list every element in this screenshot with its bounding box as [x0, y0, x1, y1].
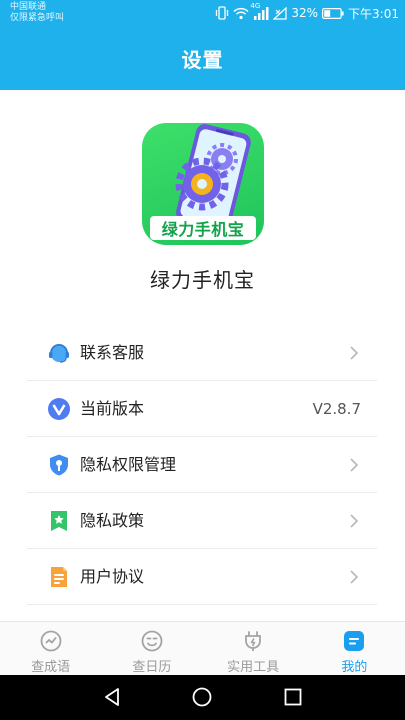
tab-label: 查成语 [31, 660, 71, 675]
vibrate-icon [215, 6, 229, 20]
tab-label: 查日历 [132, 660, 172, 675]
app-name: 绿力手机宝 [150, 268, 255, 292]
menu-item-user-agreement[interactable]: 用户协议 [27, 549, 377, 605]
calendar-face-icon [141, 630, 163, 652]
home-icon[interactable] [192, 687, 212, 707]
menu-item-label: 隐私政策 [80, 511, 145, 530]
header-bar: 中国联通 仅限紧急呼叫 4G 32% 下午3:01 设置 [0, 0, 405, 90]
menu-item-current-version: 当前版本 V2.8.7 [27, 381, 377, 437]
menu-item-label: 当前版本 [80, 399, 145, 418]
wifi-icon [233, 7, 249, 20]
chevron-right-icon [350, 570, 359, 584]
battery-percent: 32% [291, 6, 319, 20]
carrier-status: 仅限紧急呼叫 [10, 13, 65, 23]
profile-icon [344, 631, 365, 651]
status-indicators: 4G 32% 下午3:01 [215, 2, 399, 21]
app-logo: 绿力手机宝 [142, 123, 264, 245]
tab-label: 我的 [341, 660, 368, 675]
settings-menu: 联系客服 当前版本 V2.8.7 隐私权限管理 隐私政策 用户协议 [27, 325, 377, 605]
menu-item-privacy-policy[interactable]: 隐私政策 [27, 493, 377, 549]
privacy-policy-icon [51, 511, 67, 531]
plug-tool-icon [245, 631, 262, 651]
tab-idiom[interactable]: 查成语 [0, 622, 101, 675]
recent-apps-icon[interactable] [283, 687, 303, 707]
privacy-permission-icon [50, 454, 68, 476]
chevron-right-icon [350, 346, 359, 360]
chevron-right-icon [350, 514, 359, 528]
page-title: 设置 [181, 48, 224, 72]
customer-service-icon [49, 344, 69, 363]
chevron-right-icon [350, 458, 359, 472]
back-icon[interactable] [102, 687, 122, 707]
version-icon [48, 398, 70, 420]
logo-wordmark: 绿力手机宝 [150, 216, 256, 240]
network-type-label: 4G [250, 1, 261, 10]
bottom-tab-bar: 查成语 查日历 实用工具 我的 [0, 621, 405, 675]
battery-icon [322, 7, 344, 19]
menu-item-privacy-permissions[interactable]: 隐私权限管理 [27, 437, 377, 493]
tab-label: 实用工具 [227, 660, 280, 675]
idiom-icon [40, 630, 62, 652]
carrier-name: 中国联通 [10, 2, 47, 12]
no-sim-signal-icon [273, 6, 287, 20]
menu-item-contact-support[interactable]: 联系客服 [27, 325, 377, 381]
menu-item-label: 联系客服 [80, 343, 145, 362]
tab-tools[interactable]: 实用工具 [203, 622, 304, 675]
cellular-signal-icon: 4G [250, 2, 269, 20]
tab-calendar[interactable]: 查日历 [101, 622, 202, 675]
user-agreement-icon [51, 567, 67, 587]
version-value: V2.8.7 [312, 400, 361, 418]
clock: 下午3:01 [348, 6, 399, 21]
menu-item-label: 用户协议 [80, 567, 145, 586]
status-bar: 中国联通 仅限紧急呼叫 4G 32% 下午3:01 [0, 0, 405, 28]
menu-item-label: 隐私权限管理 [80, 455, 177, 474]
carrier-info: 中国联通 仅限紧急呼叫 [10, 2, 64, 24]
system-navigation-bar [0, 675, 405, 720]
tab-profile[interactable]: 我的 [304, 622, 405, 675]
